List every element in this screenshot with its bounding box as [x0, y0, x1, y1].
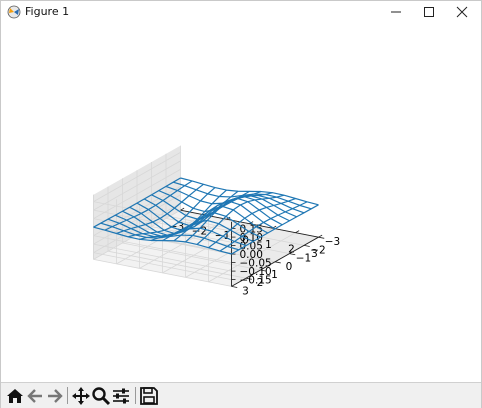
wireframe-line: [173, 181, 312, 210]
magnifier-icon: [92, 387, 111, 406]
home-icon: [7, 389, 23, 403]
arrow-right-icon: [48, 389, 63, 403]
zoom-button[interactable]: [91, 386, 111, 406]
configure-subplots-button[interactable]: [111, 386, 131, 406]
x-tick-mark: [318, 234, 323, 238]
y-tick-label: −3: [325, 236, 340, 248]
y-tick-label: 0: [286, 261, 293, 273]
forward-button[interactable]: [45, 386, 65, 406]
toolbar-separator: [135, 387, 136, 404]
minimize-icon: [391, 11, 401, 13]
y-tick-mark: [274, 261, 281, 264]
y-tick-label: −1: [296, 253, 311, 265]
y-tick-mark: [318, 236, 325, 239]
x-tick-mark: [180, 207, 185, 211]
x-tick-mark: [295, 230, 300, 234]
save-button[interactable]: [139, 386, 159, 406]
back-button[interactable]: [25, 386, 45, 406]
arrow-left-icon: [27, 389, 42, 403]
y-tick-mark: [303, 245, 310, 247]
navigation-toolbar: [1, 382, 481, 408]
y-tick-label: 1: [271, 269, 278, 281]
maximize-button[interactable]: [412, 1, 446, 23]
title-bar[interactable]: Figure 1: [1, 1, 481, 23]
plot-canvas[interactable]: −3 −2 −1 0 1 2 3 −3 −2 −1 0 1 2 3 −0.15 −0.10 −0.05 0.00 0…: [1, 23, 481, 381]
y-tick-mark: [231, 286, 238, 288]
window-title: Figure 1: [25, 5, 70, 18]
home-button[interactable]: [5, 386, 25, 406]
pan-button[interactable]: [71, 386, 91, 406]
3d-axes[interactable]: −3 −2 −1 0 1 2 3−3−2−10123−0.15−0.10−0.050.000…: [1, 23, 481, 381]
figure-window: Figure 1 −3 −2 −1 0 1 2 3 −3 −2 −1 0 1 2 3 −0.15 −0.10−…: [0, 0, 482, 408]
matplotlib-icon: [7, 5, 21, 19]
maximize-icon: [424, 7, 434, 17]
x-tick-label: 1: [265, 239, 272, 251]
close-button[interactable]: [445, 1, 479, 23]
y-tick-label: −2: [310, 244, 325, 256]
save-icon: [140, 387, 158, 405]
minimize-button[interactable]: [379, 1, 413, 23]
sliders-icon: [113, 388, 129, 404]
close-icon: [456, 6, 468, 18]
y-tick-label: 3: [242, 285, 249, 297]
move-icon: [72, 387, 90, 405]
toolbar-separator: [67, 387, 68, 404]
